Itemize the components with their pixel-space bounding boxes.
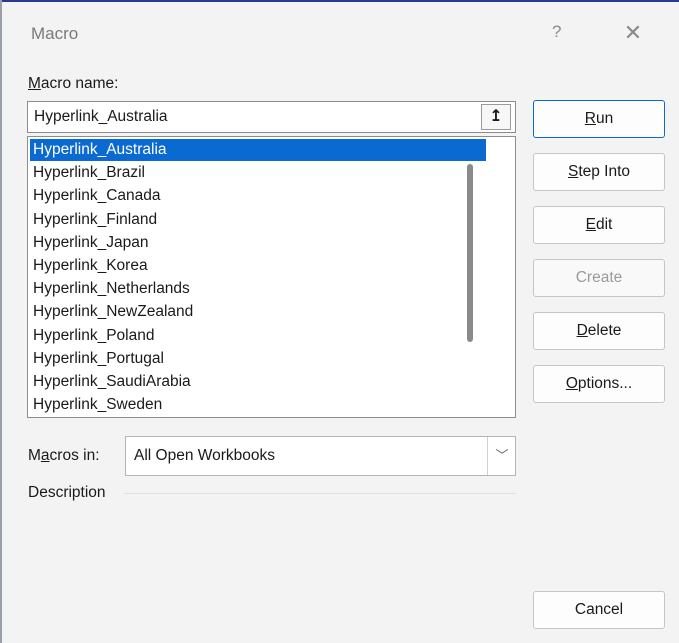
list-item[interactable]: Hyperlink_Korea xyxy=(30,255,486,277)
list-item[interactable]: Hyperlink_Canada xyxy=(30,185,486,207)
cancel-button[interactable]: Cancel xyxy=(533,591,665,629)
list-item[interactable]: Hyperlink_Japan xyxy=(30,232,486,254)
list-item[interactable]: Hyperlink_Portugal xyxy=(30,348,486,370)
window-top-border xyxy=(0,0,679,2)
run-button[interactable]: Run xyxy=(533,100,665,138)
macro-name-input[interactable]: Hyperlink_Australia xyxy=(27,101,516,133)
list-item[interactable]: Hyperlink_Brazil xyxy=(30,162,486,184)
list-item[interactable]: Hyperlink_NewZealand xyxy=(30,301,486,323)
create-button[interactable]: Create xyxy=(533,259,665,297)
list-item[interactable]: Hyperlink_Finland xyxy=(30,209,486,231)
step-into-button[interactable]: Step Into xyxy=(533,153,665,191)
delete-button[interactable]: Delete xyxy=(533,312,665,350)
macro-list[interactable]: Hyperlink_Australia Hyperlink_Brazil Hyper… xyxy=(27,136,516,418)
options-button[interactable]: Options... xyxy=(533,365,665,403)
description-label: Description xyxy=(28,484,106,501)
window-left-border xyxy=(0,0,2,643)
dialog-title: Macro xyxy=(31,24,79,43)
list-item[interactable]: Hyperlink_Sweden xyxy=(30,394,486,416)
macros-in-label: Macros in: xyxy=(28,447,100,464)
list-scrollbar-thumb[interactable] xyxy=(467,164,473,342)
help-button[interactable]: ? xyxy=(552,22,561,42)
macros-in-select[interactable]: All Open Workbooks xyxy=(125,436,516,476)
description-divider xyxy=(124,493,516,494)
list-item[interactable]: Hyperlink_SaudiArabia xyxy=(30,371,486,393)
close-icon[interactable]: ✕ xyxy=(620,20,646,46)
chevron-down-icon[interactable]: ﹀ xyxy=(487,437,516,475)
edit-button[interactable]: Edit xyxy=(533,206,665,244)
macro-dialog: Macro ? ✕ Macro name: Hyperlink_Australi… xyxy=(0,0,679,643)
list-item[interactable]: Hyperlink_Poland xyxy=(30,325,486,347)
upload-icon[interactable]: ↥ xyxy=(481,104,511,130)
list-item[interactable]: Hyperlink_Netherlands xyxy=(30,278,486,300)
macro-name-label: Macro name: xyxy=(28,75,119,92)
list-item[interactable]: Hyperlink_Australia xyxy=(30,139,486,161)
